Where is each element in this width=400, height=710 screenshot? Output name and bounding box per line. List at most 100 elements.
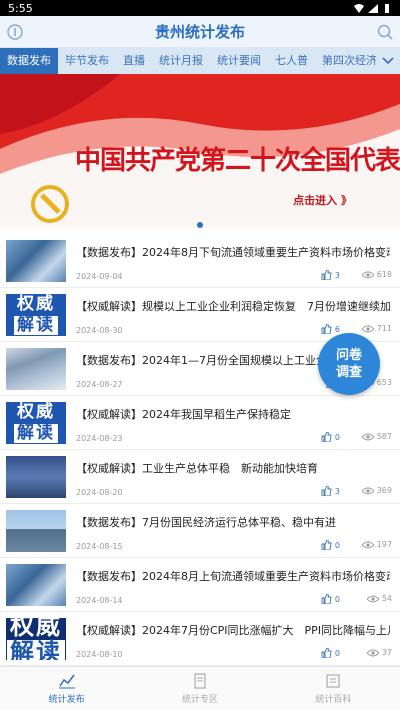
- view-count: 369: [376, 486, 392, 495]
- article-tag: 【权威解读】: [76, 462, 142, 475]
- view-count-group: 197: [361, 540, 392, 549]
- thumb-text-2: 解读: [14, 424, 58, 443]
- view-count: 587: [376, 432, 392, 441]
- article-item[interactable]: 权威解读【权威解读】2024年7月份CPI同比涨幅扩大 PPI同比降幅与上月相同…: [0, 612, 400, 666]
- article-thumbnail: [6, 510, 66, 552]
- tab-item[interactable]: 数据发布: [0, 48, 58, 74]
- view-count: 618: [376, 270, 392, 279]
- tab-item[interactable]: 七人普: [268, 48, 315, 74]
- thumbs-up-icon: [321, 648, 332, 658]
- survey-line-1: 问卷: [335, 348, 362, 363]
- wifi-icon: [354, 3, 364, 13]
- article-thumbnail: 权威 解读: [6, 618, 66, 660]
- thumbs-up-icon: [321, 432, 332, 442]
- nav-item[interactable]: 统计百科: [267, 667, 400, 710]
- banner[interactable]: 中国共产党第二十次全国代表大会 点击进入 》: [0, 74, 400, 228]
- article-date: 2024-08-10: [76, 650, 123, 659]
- tab-item[interactable]: 统计要闻: [210, 48, 268, 74]
- nav-item[interactable]: 统计发布: [0, 667, 133, 710]
- article-headline: 7月份国民经济运行总体平稳、稳中有进: [142, 516, 336, 529]
- article-headline: 2024年8月上旬流通领域重要生产资料市场价格变动情况: [142, 570, 390, 583]
- article-title: 【权威解读】规模以上工业企业利润稳定恢复 7月份增速继续加快: [76, 298, 390, 314]
- party-emblem-icon: [31, 185, 69, 223]
- status-bar: 5:55: [0, 0, 400, 16]
- eye-icon: [361, 487, 374, 494]
- survey-button[interactable]: 问卷 调查: [318, 333, 380, 395]
- more-tabs-button[interactable]: [376, 48, 400, 74]
- article-tag: 【数据发布】: [76, 246, 142, 259]
- article-item[interactable]: 权威 解读 【权威解读】2024年我国早稻生产保持稳定 2024-08-23 0 587: [0, 396, 400, 450]
- eye-icon: [366, 595, 379, 602]
- article-item[interactable]: 【数据发布】7月份国民经济运行总体平稳、稳中有进 2024-08-15 0 197: [0, 504, 400, 558]
- view-count-group: 587: [361, 432, 392, 441]
- article-title: 【权威解读】2024年7月份CPI同比涨幅扩大 PPI同比降幅与上月相同: [76, 622, 390, 638]
- article-item[interactable]: 【数据发布】2024年8月下旬流通领域重要生产资料市场价格变动情况 2024-09…: [0, 234, 400, 288]
- like-button[interactable]: 0: [321, 648, 340, 658]
- search-icon[interactable]: [376, 23, 394, 41]
- book-icon: [326, 674, 340, 688]
- article-tag: 【权威解读】: [76, 300, 142, 313]
- like-button[interactable]: 6: [321, 324, 340, 334]
- like-button[interactable]: 0: [321, 432, 340, 442]
- article-thumbnail: [6, 564, 66, 606]
- nav-label: 统计发布: [48, 695, 85, 705]
- article-title: 【权威解读】工业生产总体平稳 新动能加快培育: [76, 460, 390, 476]
- article-date: 2024-08-15: [76, 542, 123, 551]
- page-title: 贵州统计发布: [154, 23, 245, 41]
- thumbs-up-icon: [321, 324, 332, 334]
- like-button[interactable]: 0: [321, 540, 340, 550]
- category-tabs: 数据发布 毕节发布 直播 统计月报 统计要闻 七人普 第四次经济普查: [0, 48, 400, 74]
- article-item[interactable]: 【数据发布】2024年8月上旬流通领域重要生产资料市场价格变动情况 2024-08…: [0, 558, 400, 612]
- view-count: 37: [381, 648, 392, 657]
- like-button[interactable]: 0: [321, 594, 340, 604]
- view-count-group: 711: [361, 324, 392, 333]
- nav-item[interactable]: 统计专区: [133, 667, 266, 710]
- nav-label: 统计专区: [181, 695, 218, 705]
- article-headline: 2024年7月份CPI同比涨幅扩大 PPI同比降幅与上月相同: [142, 624, 390, 637]
- thumb-text-2: 解读: [7, 640, 65, 660]
- app-header: 贵州统计发布: [0, 16, 400, 48]
- article-title: 【数据发布】7月份国民经济运行总体平稳、稳中有进: [76, 514, 390, 530]
- eye-icon: [366, 649, 379, 656]
- article-item[interactable]: 【权威解读】工业生产总体平稳 新动能加快培育 2024-08-20 3 369: [0, 450, 400, 504]
- tab-item[interactable]: 统计月报: [152, 48, 210, 74]
- like-count: 3: [334, 270, 340, 280]
- article-date: 2024-08-30: [76, 326, 123, 335]
- article-tag: 【权威解读】: [76, 408, 142, 421]
- like-count: 0: [334, 540, 340, 550]
- info-icon[interactable]: [6, 23, 24, 41]
- view-count-group: 618: [361, 270, 392, 279]
- view-count-group: 37: [366, 648, 392, 657]
- like-button[interactable]: 3: [321, 486, 340, 496]
- like-button[interactable]: 3: [321, 270, 340, 280]
- view-count-group: 369: [361, 486, 392, 495]
- article-tag: 【数据发布】: [76, 570, 142, 583]
- tab-item[interactable]: 直播: [116, 48, 152, 74]
- like-count: 6: [334, 324, 340, 334]
- tab-item[interactable]: 毕节发布: [58, 48, 116, 74]
- article-thumbnail: [6, 240, 66, 282]
- article-headline: 2024年我国早稻生产保持稳定: [142, 408, 291, 421]
- like-count: 0: [334, 432, 340, 442]
- article-date: 2024-08-14: [76, 596, 123, 605]
- view-count: 197: [376, 540, 392, 549]
- thumbs-up-icon: [321, 594, 332, 604]
- article-title: 【权威解读】2024年我国早稻生产保持稳定: [76, 406, 390, 422]
- article-date: 2024-08-27: [76, 380, 123, 389]
- thumbs-up-icon: [321, 270, 332, 280]
- article-list: 【数据发布】2024年8月下旬流通领域重要生产资料市场价格变动情况2024-09…: [0, 234, 400, 666]
- article-date: 2024-08-23: [76, 434, 123, 443]
- thumb-text-1: 权威: [17, 402, 55, 422]
- thumbs-up-icon: [321, 486, 332, 496]
- article-thumbnail: 权威 解读: [6, 402, 66, 444]
- like-count: 3: [334, 486, 340, 496]
- view-count-group: 54: [366, 594, 392, 603]
- eye-icon: [361, 433, 374, 440]
- survey-line-2: 调查: [335, 365, 362, 380]
- bottom-nav: 统计发布 统计专区 统计百科: [0, 666, 400, 710]
- nav-label: 统计百科: [315, 695, 352, 705]
- eye-icon: [361, 271, 374, 278]
- banner-enter-link[interactable]: 点击进入 》: [293, 192, 352, 208]
- article-tag: 【数据发布】: [76, 354, 142, 367]
- article-title: 【数据发布】2024年8月上旬流通领域重要生产资料市场价格变动情况: [76, 568, 390, 584]
